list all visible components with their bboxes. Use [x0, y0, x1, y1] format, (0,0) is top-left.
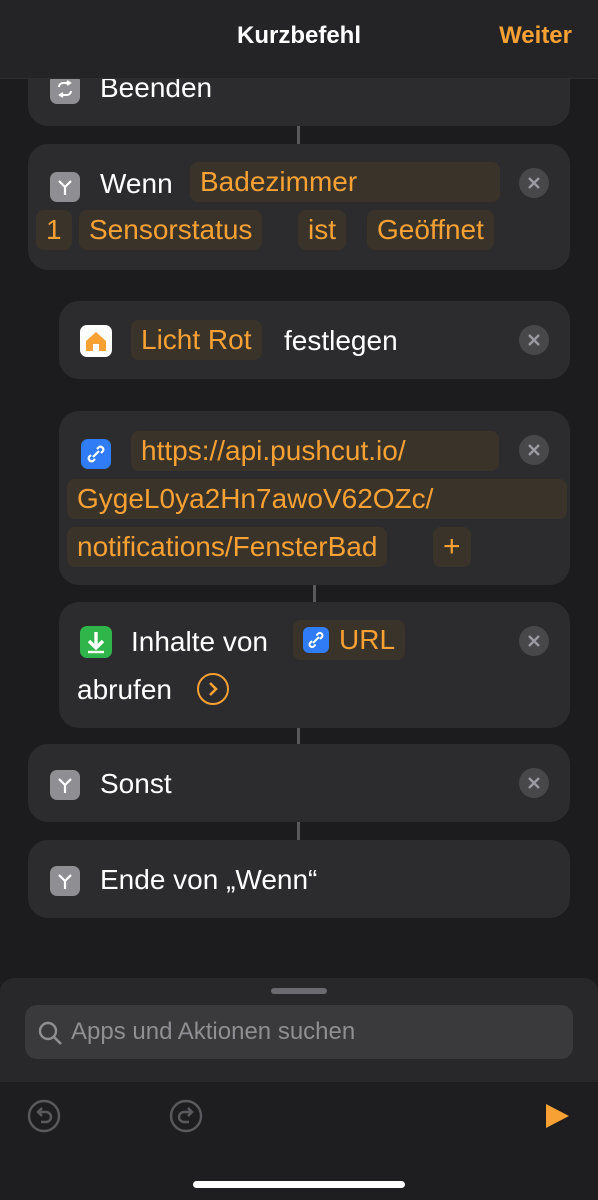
get-contents-action[interactable]: Inhalte von URL abrufen — [59, 602, 570, 728]
scene-token[interactable]: Licht Rot — [131, 320, 262, 360]
navigation-bar: Kurzbefehl Weiter — [0, 0, 598, 79]
connector-line — [297, 728, 300, 744]
add-button[interactable]: + — [433, 527, 471, 567]
get-contents-prefix: Inhalte von — [131, 626, 268, 657]
search-input[interactable]: Apps und Aktionen suchen — [25, 1005, 573, 1059]
remove-action-button[interactable] — [519, 626, 549, 656]
play-icon[interactable] — [543, 1102, 571, 1130]
undo-icon[interactable] — [27, 1099, 61, 1133]
url-line-3[interactable]: notifications/FensterBad — [67, 527, 388, 567]
set-scene-action[interactable]: Licht Rot festlegen — [59, 301, 570, 379]
if-action[interactable]: Wenn Badezimmer 1 Sensorstatus ist Geöff… — [28, 144, 570, 270]
search-placeholder: Apps und Aktionen suchen — [71, 1018, 356, 1045]
connector-line — [313, 585, 316, 603]
url-line-2[interactable]: GygeL0ya2Hn7awoV62OZc/ — [67, 479, 567, 519]
remove-action-button[interactable] — [519, 168, 549, 198]
link-icon — [303, 627, 329, 653]
branch-icon — [50, 770, 80, 800]
if-keyword: Wenn — [100, 168, 173, 199]
remove-action-button[interactable] — [519, 325, 549, 355]
operator-token[interactable]: ist — [298, 210, 346, 250]
set-label: festlegen — [284, 325, 398, 356]
number-token[interactable]: 1 — [36, 210, 72, 250]
download-icon — [80, 626, 112, 658]
connector-line — [297, 126, 300, 144]
search-icon — [38, 1021, 62, 1045]
device-token[interactable]: Badezimmer — [190, 162, 500, 202]
sheet-grabber[interactable] — [271, 988, 327, 994]
redo-icon[interactable] — [169, 1099, 203, 1133]
url-variable-token[interactable]: URL — [293, 620, 406, 660]
end-if-label: Ende von „Wenn“ — [100, 864, 318, 895]
action-search-sheet: Apps und Aktionen suchen — [0, 978, 598, 1200]
next-button[interactable]: Weiter — [499, 22, 572, 50]
url-action[interactable]: https://api.pushcut.io/ GygeL0ya2Hn7awoV… — [59, 411, 570, 585]
otherwise-label: Sonst — [100, 768, 172, 799]
url-line-1[interactable]: https://api.pushcut.io/ — [131, 431, 499, 471]
remove-action-button[interactable] — [519, 435, 549, 465]
connector-line — [297, 822, 300, 840]
branch-icon — [50, 866, 80, 896]
branch-icon — [50, 172, 80, 202]
property-token[interactable]: Sensorstatus — [79, 210, 263, 250]
value-token[interactable]: Geöffnet — [367, 210, 494, 250]
otherwise-action[interactable]: Sonst — [28, 744, 570, 822]
link-icon — [81, 439, 111, 469]
home-indicator — [193, 1181, 405, 1188]
url-variable-label: URL — [339, 624, 396, 655]
remove-action-button[interactable] — [519, 768, 549, 798]
get-contents-suffix: abrufen — [77, 674, 172, 705]
end-if-action[interactable]: Ende von „Wenn“ — [28, 840, 570, 918]
home-icon — [80, 325, 112, 357]
expand-chevron-icon[interactable] — [197, 673, 229, 705]
